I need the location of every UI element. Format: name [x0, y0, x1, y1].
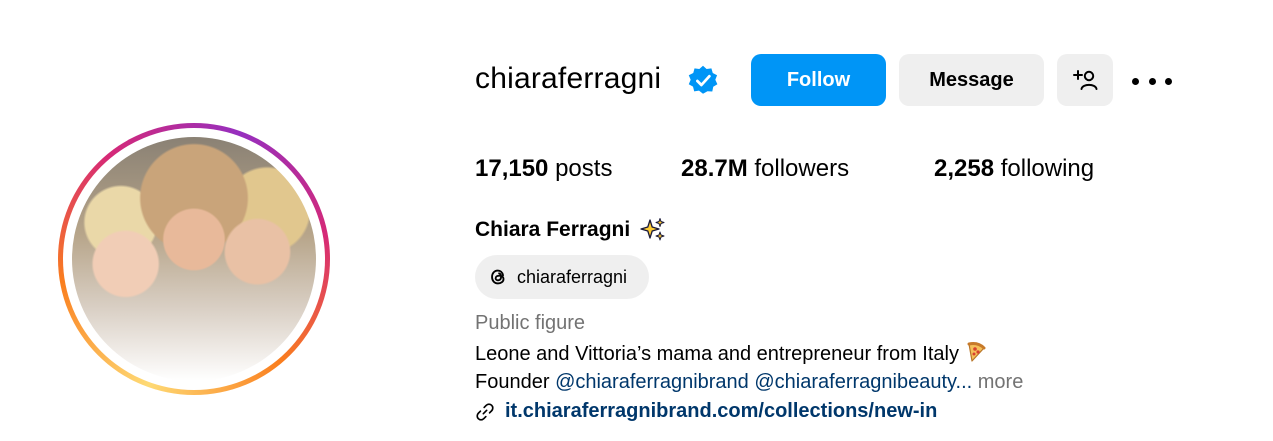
- message-button[interactable]: Message: [899, 54, 1044, 106]
- bio-line-1: Leone and Vittoria’s mama and entreprene…: [475, 341, 987, 366]
- posts-count: 17,150: [475, 155, 549, 182]
- threads-handle: chiaraferragni: [517, 266, 628, 287]
- followers-stat[interactable]: 28.7M followers: [681, 155, 849, 183]
- more-options-icon[interactable]: [1132, 69, 1172, 93]
- bio-founder-text: Founder: [475, 371, 550, 393]
- following-stat[interactable]: 2,258 following: [934, 155, 1094, 183]
- link-icon: [476, 402, 494, 421]
- website-url: it.chiaraferragnibrand.com/collections/n…: [505, 400, 938, 422]
- website-link[interactable]: it.chiaraferragnibrand.com/collections/n…: [475, 400, 937, 423]
- followers-count: 28.7M: [681, 155, 748, 182]
- following-label: following: [1000, 155, 1095, 182]
- verified-badge-icon: [688, 65, 718, 94]
- profile-username: chiaraferragni: [475, 62, 662, 95]
- pizza-icon: [967, 342, 986, 362]
- full-name-text: Chiara Ferragni: [475, 218, 631, 241]
- bio-more-button[interactable]: more: [978, 371, 1024, 393]
- bio-line-2: Founder @chiaraferragnibrand @chiaraferr…: [475, 371, 1023, 394]
- followers-label: followers: [754, 155, 850, 182]
- sparkles-icon: [640, 218, 665, 241]
- following-count: 2,258: [934, 155, 995, 182]
- profile-category: Public figure: [475, 312, 586, 334]
- threads-icon: [491, 269, 505, 285]
- mention-brand-link[interactable]: @chiaraferragnibrand: [555, 371, 749, 393]
- follow-button[interactable]: Follow: [751, 54, 886, 106]
- mention-beauty-link[interactable]: @chiaraferragnibeauty...: [754, 371, 972, 393]
- bio-ellipsis: ...: [955, 371, 973, 393]
- threads-link[interactable]: chiaraferragni: [475, 255, 649, 299]
- posts-stat: 17,150 posts: [475, 155, 612, 183]
- suggested-accounts-button[interactable]: [1057, 54, 1113, 106]
- posts-label: posts: [555, 155, 613, 182]
- profile-full-name: Chiara Ferragni: [475, 217, 666, 243]
- profile-avatar[interactable]: [58, 123, 330, 395]
- bio-line-1-text: Leone and Vittoria’s mama and entreprene…: [475, 343, 959, 365]
- avatar-photo: [72, 137, 316, 381]
- add-person-icon: [1073, 70, 1098, 90]
- mention-beauty-text: @chiaraferragnibeauty: [754, 371, 956, 393]
